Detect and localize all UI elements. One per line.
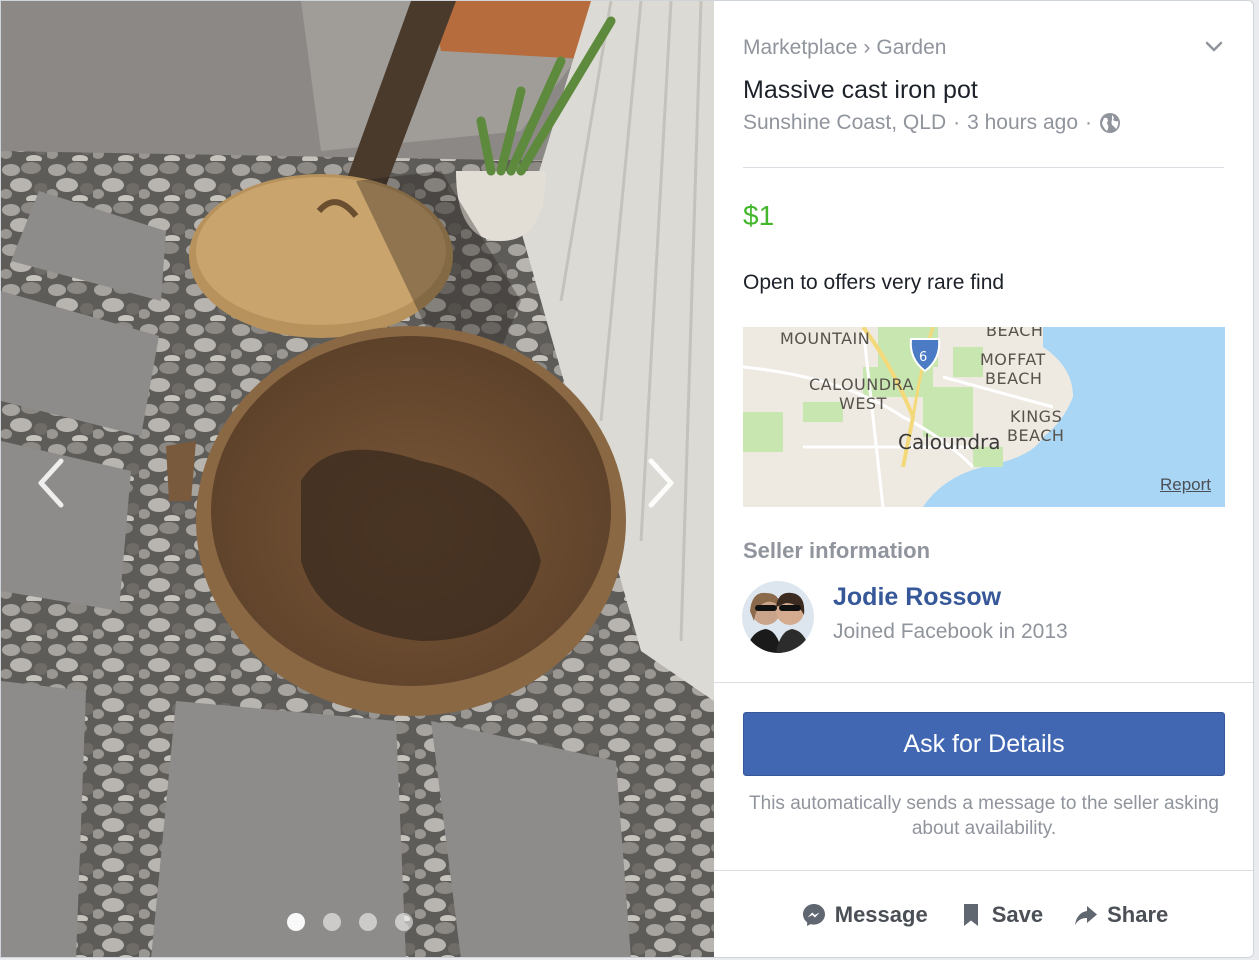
location-map[interactable]: 6 MOUNTAIN BEACH MOFFAT BEACH CALOUNDRA … — [743, 327, 1225, 507]
listing-photo[interactable] — [1, 1, 714, 957]
map-label-caloundra: CALOUNDRA — [809, 375, 914, 394]
listing-actions: Message Save Share — [714, 897, 1253, 933]
map-label-mountain: MOUNTAIN — [780, 329, 871, 348]
seller-name-link[interactable]: Jodie Rossow — [833, 583, 1001, 612]
listing-location[interactable]: Sunshine Coast, QLD — [743, 111, 946, 135]
breadcrumb-marketplace[interactable]: Marketplace — [743, 36, 857, 60]
share-label: Share — [1107, 902, 1169, 927]
previous-photo-button[interactable] — [31, 453, 71, 513]
bookmark-icon — [963, 904, 978, 926]
map-label-moffat: MOFFAT — [980, 350, 1046, 369]
breadcrumb: Marketplace › Garden — [743, 36, 946, 60]
next-photo-button[interactable] — [641, 453, 681, 513]
save-button[interactable]: Save — [958, 897, 1043, 933]
listing-dialog: Marketplace › Garden Massive cast iron p… — [0, 0, 1254, 958]
carousel-dot[interactable] — [395, 913, 413, 931]
photo-image — [1, 1, 714, 957]
ask-for-details-note: This automatically sends a message to th… — [749, 793, 1219, 839]
breadcrumb-separator: › — [863, 36, 871, 59]
message-label: Message — [834, 902, 928, 927]
listing-description: Open to offers very rare find — [743, 271, 1005, 294]
seller-joined: Joined Facebook in 2013 — [833, 620, 1068, 643]
message-button[interactable]: Message — [801, 897, 928, 933]
listing-price: $1 — [743, 200, 775, 231]
map-report-link[interactable]: Report — [1160, 475, 1211, 495]
carousel-dot[interactable] — [359, 913, 377, 931]
avatar[interactable] — [742, 581, 814, 653]
save-label: Save — [991, 902, 1044, 927]
ask-for-details-button[interactable]: Ask for Details — [743, 712, 1225, 776]
share-button[interactable]: Share — [1073, 897, 1168, 933]
map-label-route: 6 — [919, 350, 928, 365]
meta-separator: · — [1085, 111, 1093, 134]
map-label-kings: KINGS — [1010, 407, 1063, 426]
map-label-beach: BEACH — [986, 327, 1044, 340]
carousel-dot[interactable] — [323, 913, 341, 931]
carousel-indicator — [287, 913, 413, 931]
meta-separator: · — [953, 111, 961, 134]
globe-icon — [1100, 113, 1121, 133]
share-arrow-icon — [1075, 906, 1098, 925]
avatar-image — [742, 581, 814, 653]
chevron-left-icon — [38, 458, 64, 508]
listing-meta: Sunshine Coast, QLD · 3 hours ago · — [743, 111, 1121, 135]
chevron-right-icon — [648, 458, 674, 508]
map-label-kings-beach: BEACH — [1007, 426, 1065, 445]
divider — [714, 682, 1253, 683]
map-city-caloundra: Caloundra — [898, 430, 1001, 454]
map-label-caloundra-west: WEST — [839, 394, 887, 413]
map-label-moffat-beach: BEACH — [985, 369, 1043, 388]
carousel-dot[interactable] — [287, 913, 305, 931]
messenger-icon — [802, 904, 825, 926]
listing-details-panel: Marketplace › Garden Massive cast iron p… — [714, 1, 1253, 957]
divider — [743, 167, 1224, 168]
listing-posted-time: 3 hours ago — [967, 111, 1079, 134]
listing-title: Massive cast iron pot — [743, 76, 978, 104]
seller-heading: Seller information — [743, 538, 931, 563]
breadcrumb-garden[interactable]: Garden — [876, 36, 946, 60]
divider — [714, 870, 1253, 871]
chevron-down-icon[interactable] — [1203, 35, 1225, 57]
